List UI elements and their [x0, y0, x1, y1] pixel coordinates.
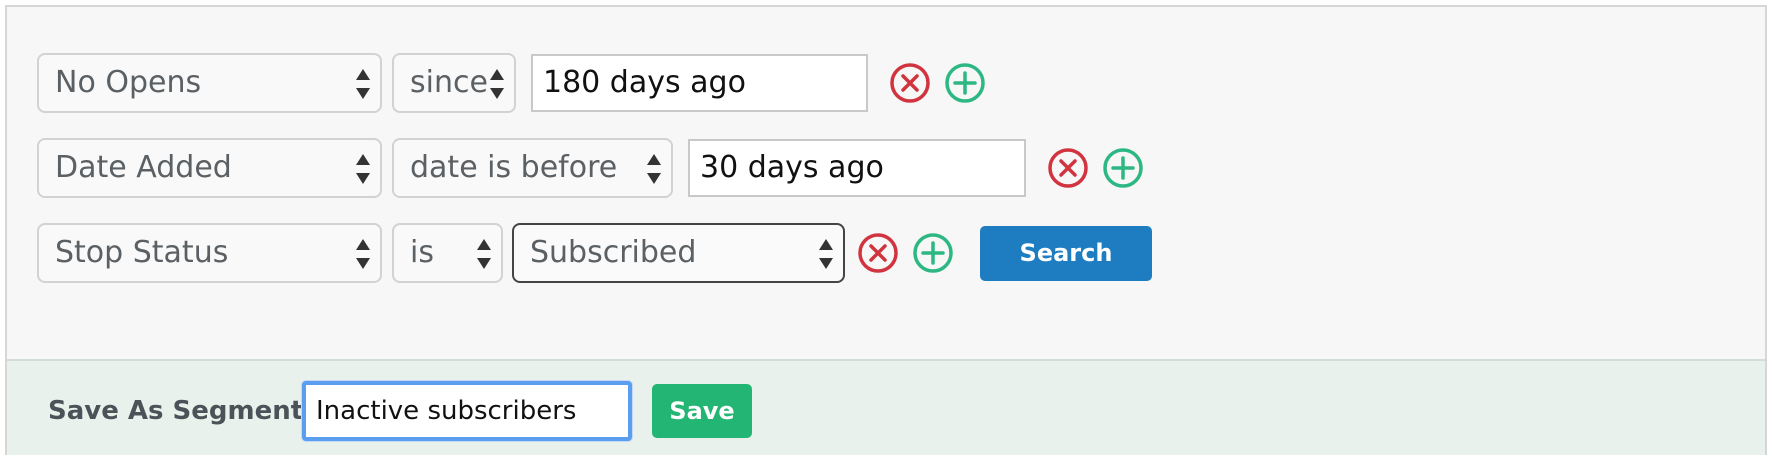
filter-rules: No Opens since 180 days ago Date Added d…: [7, 7, 1765, 359]
remove-rule-icon[interactable]: [856, 231, 900, 275]
value-select[interactable]: Subscribed: [512, 223, 845, 283]
field-select[interactable]: Date Added: [37, 138, 382, 198]
value-input[interactable]: 30 days ago: [688, 139, 1026, 197]
field-select-value: Stop Status: [55, 235, 229, 270]
select-arrows-icon: [356, 69, 370, 99]
value-input[interactable]: 180 days ago: [531, 54, 868, 112]
remove-rule-icon[interactable]: [1046, 146, 1090, 190]
add-rule-icon[interactable]: [911, 231, 955, 275]
save-segment-bar: Save As Segment: Inactive subscribers Sa…: [7, 359, 1765, 455]
filter-row-2: Date Added date is before 30 days ago: [7, 138, 1765, 198]
operator-select-value: is: [410, 235, 434, 270]
save-button[interactable]: Save: [652, 384, 752, 438]
search-button[interactable]: Search: [980, 226, 1152, 281]
filter-row-1: No Opens since 180 days ago: [7, 53, 1765, 113]
filter-row-3: Stop Status is Subscribed Search: [7, 223, 1765, 283]
add-rule-icon[interactable]: [1101, 146, 1145, 190]
select-arrows-icon: [647, 154, 661, 184]
remove-rule-icon[interactable]: [888, 61, 932, 105]
segment-name-input[interactable]: Inactive subscribers: [302, 381, 632, 441]
select-arrows-icon: [490, 69, 504, 99]
select-arrows-icon: [819, 239, 833, 269]
operator-select[interactable]: date is before: [392, 138, 673, 198]
operator-select[interactable]: since: [392, 53, 516, 113]
add-rule-icon[interactable]: [943, 61, 987, 105]
operator-select-value: date is before: [410, 150, 618, 185]
select-arrows-icon: [356, 239, 370, 269]
select-arrows-icon: [356, 154, 370, 184]
value-select-value: Subscribed: [530, 235, 697, 270]
operator-select[interactable]: is: [392, 223, 503, 283]
field-select[interactable]: No Opens: [37, 53, 382, 113]
operator-select-value: since: [410, 65, 488, 100]
segment-builder-panel: No Opens since 180 days ago Date Added d…: [5, 5, 1767, 455]
save-segment-label: Save As Segment:: [48, 396, 314, 426]
field-select-value: No Opens: [55, 65, 202, 100]
field-select[interactable]: Stop Status: [37, 223, 382, 283]
select-arrows-icon: [477, 239, 491, 269]
field-select-value: Date Added: [55, 150, 232, 185]
